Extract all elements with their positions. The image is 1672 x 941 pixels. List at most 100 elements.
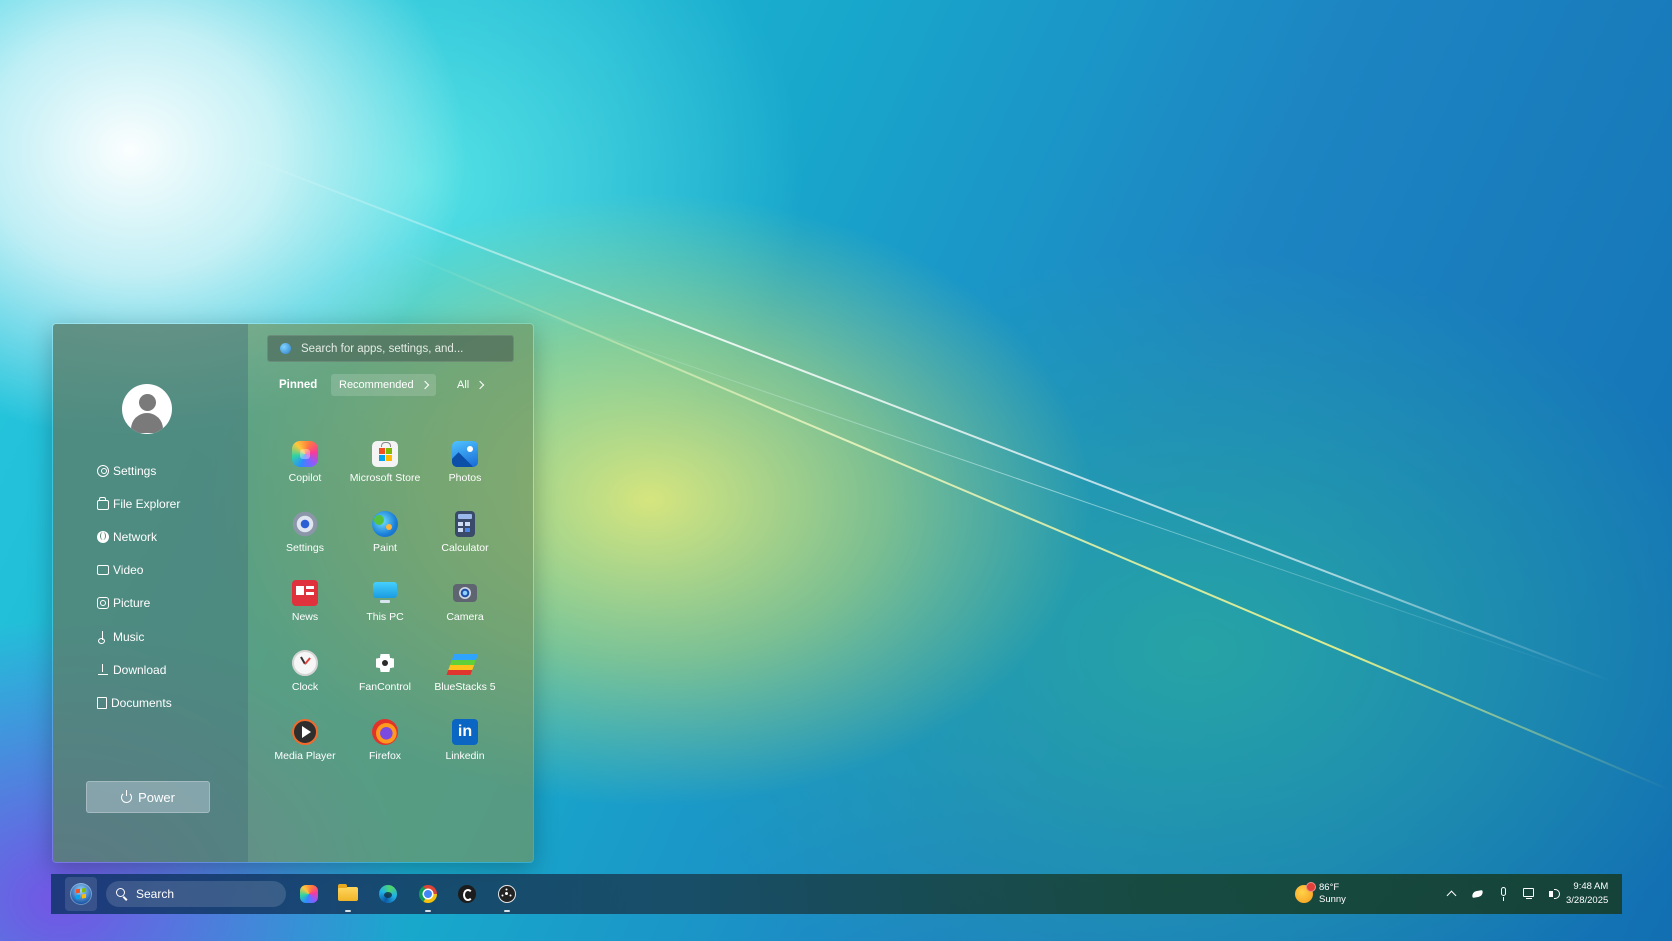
app-label: Copilot <box>288 472 322 484</box>
app-tile-camera[interactable]: Camera <box>425 580 505 650</box>
pinned-apps-grid: Copilot Microsoft Store Photos Settings … <box>265 441 505 789</box>
app-label: Linkedin <box>445 750 485 762</box>
microphone-icon[interactable] <box>1496 886 1512 902</box>
globe-icon <box>280 343 291 354</box>
app-tile-settings[interactable]: Settings <box>265 510 345 581</box>
camera-icon <box>452 580 478 606</box>
nav-item-label: Documents <box>111 695 172 710</box>
photos-icon <box>452 441 478 467</box>
this-pc-icon <box>372 580 398 606</box>
running-indicator <box>504 910 510 912</box>
nav-item-settings[interactable]: Settings <box>97 454 180 487</box>
app-tile-paint[interactable]: Paint <box>345 510 425 581</box>
network-icon[interactable] <box>1522 886 1538 902</box>
nav-item-picture[interactable]: Picture <box>97 587 180 620</box>
linkedin-icon: in <box>452 719 478 745</box>
calculator-icon <box>455 510 475 537</box>
app-tile-this-pc[interactable]: This PC <box>345 580 425 650</box>
tab-all[interactable]: All <box>451 374 489 396</box>
app-label: FanControl <box>359 680 411 693</box>
settings-icon <box>292 510 318 537</box>
start-menu-nav-list: Settings File Explorer Network Video Pic… <box>97 454 180 720</box>
app-tile-news[interactable]: News <box>265 580 345 650</box>
clock-date: 3/28/2025 <box>1566 895 1609 906</box>
taskbar-clock[interactable]: 9:48 AM 3/28/2025 <box>1566 880 1608 908</box>
running-indicator <box>425 910 431 912</box>
taskbar-search[interactable]: Search <box>106 881 286 907</box>
app-tile-firefox[interactable]: Firefox <box>345 719 425 789</box>
alert-badge <box>1306 882 1316 892</box>
taskbar-app-chrome[interactable] <box>415 881 441 912</box>
copilot-icon <box>300 885 318 903</box>
start-menu-right-pane: Pinned Recommended All Copilot Microsoft… <box>248 324 533 862</box>
taskbar-app-file-explorer[interactable] <box>335 881 361 912</box>
taskbar-app-tool[interactable] <box>454 881 480 907</box>
start-search-box[interactable] <box>267 335 514 362</box>
app-label: Clock <box>291 680 319 693</box>
app-tile-calculator[interactable]: Calculator <box>425 510 505 581</box>
download-icon <box>97 663 109 676</box>
app-tile-copilot[interactable]: Copilot <box>265 441 345 511</box>
power-icon <box>121 790 133 803</box>
search-icon <box>116 888 128 900</box>
app-label: Microsoft Store <box>349 472 421 484</box>
app-tile-microsoft-store[interactable]: Microsoft Store <box>345 441 425 511</box>
video-icon <box>97 565 109 576</box>
nav-item-download[interactable]: Download <box>97 653 180 686</box>
taskbar-search-label: Search <box>136 887 175 901</box>
bluestacks-icon <box>452 650 478 676</box>
nav-item-label: Video <box>113 563 144 578</box>
user-icon <box>139 394 156 411</box>
chevron-up-icon[interactable] <box>1444 886 1460 902</box>
bird-icon[interactable] <box>1470 886 1486 902</box>
weather-widget[interactable]: 86°F Sunny <box>1295 880 1346 908</box>
nav-item-file-explorer[interactable]: File Explorer <box>97 487 180 520</box>
taskbar-app-fan-control[interactable] <box>494 881 520 912</box>
app-label: Paint <box>373 541 397 554</box>
picture-icon <box>97 597 109 610</box>
music-note-icon <box>97 630 109 644</box>
nav-item-video[interactable]: Video <box>97 554 180 587</box>
app-label: Camera <box>446 611 484 623</box>
news-icon <box>292 580 318 606</box>
globe-icon <box>97 530 109 543</box>
app-label: Settings <box>286 541 324 554</box>
chevron-right-icon <box>420 380 429 390</box>
start-menu-left-pane: Settings File Explorer Network Video Pic… <box>53 324 248 862</box>
fan-icon <box>372 650 398 676</box>
app-tile-linkedin[interactable]: in Linkedin <box>425 719 505 789</box>
tab-pinned[interactable]: Pinned <box>279 379 317 391</box>
nav-item-documents[interactable]: Documents <box>97 686 180 719</box>
system-tray <box>1444 882 1574 906</box>
edge-icon <box>379 885 397 903</box>
nav-item-network[interactable]: Network <box>97 520 180 553</box>
app-tile-fancontrol[interactable]: FanControl <box>345 650 425 720</box>
app-tile-media-player[interactable]: Media Player <box>265 719 345 789</box>
gear-icon <box>97 464 109 477</box>
nav-item-label: Network <box>113 529 158 544</box>
taskbar-app-copilot[interactable] <box>296 881 322 907</box>
nav-item-music[interactable]: Music <box>97 620 180 653</box>
app-tile-photos[interactable]: Photos <box>425 441 505 511</box>
microsoft-store-icon <box>372 441 398 467</box>
app-tile-clock[interactable]: Clock <box>265 649 345 720</box>
app-tile-bluestacks[interactable]: BlueStacks 5 <box>425 650 505 720</box>
start-search-input[interactable] <box>301 342 513 355</box>
volume-icon[interactable] <box>1548 886 1564 902</box>
tab-recommended-label: Recommended <box>339 379 414 391</box>
media-player-icon <box>292 719 318 745</box>
user-avatar[interactable] <box>122 384 172 434</box>
copilot-icon <box>292 441 318 467</box>
windows-logo-icon <box>70 883 92 905</box>
app-label: Calculator <box>441 541 489 554</box>
tab-recommended[interactable]: Recommended <box>331 374 436 396</box>
weather-condition: Sunny <box>1319 894 1346 905</box>
fan-control-icon <box>498 885 516 903</box>
start-button[interactable] <box>65 877 97 911</box>
taskbar-app-edge[interactable] <box>375 881 401 907</box>
chrome-icon <box>419 885 437 903</box>
power-button[interactable]: Power <box>86 781 210 813</box>
start-menu: Settings File Explorer Network Video Pic… <box>52 323 534 863</box>
nav-item-label: Music <box>113 629 145 644</box>
chevron-right-icon <box>475 380 485 390</box>
